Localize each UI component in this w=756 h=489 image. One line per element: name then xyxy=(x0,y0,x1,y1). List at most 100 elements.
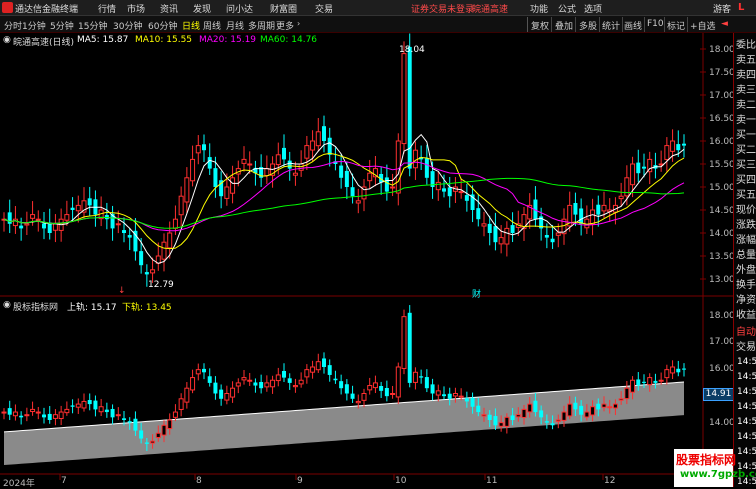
candle-body xyxy=(275,154,281,166)
candle-body xyxy=(213,168,218,187)
candle-body xyxy=(213,382,218,394)
candle-body xyxy=(350,187,355,197)
candle-body xyxy=(282,370,286,378)
candle-body xyxy=(510,415,515,420)
low-price-label: 12.79 xyxy=(148,280,174,290)
candle-body xyxy=(133,418,138,431)
candle-body xyxy=(42,414,46,418)
candle-body xyxy=(504,227,510,245)
candle-body xyxy=(607,406,613,409)
candle-body xyxy=(304,145,310,159)
candle-body xyxy=(452,393,458,397)
ma10-label: MA10: 15.55 xyxy=(135,35,193,45)
candle-body xyxy=(310,366,316,373)
rp-tick-time: 14:50 xyxy=(737,402,756,412)
candle-body xyxy=(292,172,298,176)
candle-body xyxy=(424,158,429,178)
candle-body xyxy=(430,384,435,394)
sub-axis-tick: 18.00 xyxy=(709,311,735,321)
date-label: 8 xyxy=(196,476,202,486)
candle-body xyxy=(379,386,384,391)
candle-body xyxy=(498,422,504,427)
chart-settings-icon[interactable]: ◉ xyxy=(3,35,11,45)
rp-tick-time: 14:50 xyxy=(737,447,756,457)
candle-body xyxy=(264,168,270,177)
candle-body xyxy=(670,140,676,152)
candle-body xyxy=(322,126,326,141)
candle-body xyxy=(493,226,498,243)
candle-body xyxy=(230,387,236,398)
candle-body xyxy=(658,379,664,382)
earnings-marker[interactable]: 财 xyxy=(472,287,481,300)
candle-body xyxy=(247,379,253,382)
candle-body xyxy=(367,172,373,182)
candle-body xyxy=(122,230,126,233)
candle-body xyxy=(230,177,236,194)
candle-body xyxy=(464,195,469,201)
candle-body xyxy=(447,187,452,197)
rp-turnover: 换手 xyxy=(736,280,756,291)
sub-settings-icon[interactable]: ◉ xyxy=(3,300,11,310)
axis-tick: 13.50 xyxy=(709,252,735,262)
axis-tick: 14.00 xyxy=(709,229,735,239)
candle-body xyxy=(670,366,676,374)
candle-body xyxy=(241,377,247,381)
candle-body xyxy=(58,411,64,420)
candle-body xyxy=(292,385,298,388)
candle-body xyxy=(93,400,98,410)
rp-trade[interactable]: 交易 xyxy=(736,338,756,353)
candle-body xyxy=(322,358,326,367)
candle-body xyxy=(590,209,596,225)
candle-body xyxy=(12,411,18,417)
candle-body xyxy=(487,414,492,420)
rp-price: 现价 xyxy=(736,205,756,216)
rp-auto[interactable]: 自动 xyxy=(736,323,756,338)
rp-sell4: 卖四 xyxy=(736,70,756,81)
candle-body xyxy=(527,403,533,413)
candle-body xyxy=(87,198,92,206)
rp-buy2: 买二 xyxy=(736,145,756,156)
rp-netasset: 净资 xyxy=(736,295,756,306)
candle-body xyxy=(122,418,126,420)
candle-body xyxy=(35,411,41,414)
candle-body xyxy=(304,369,310,378)
candle-body xyxy=(327,365,332,375)
candle-body xyxy=(481,414,487,417)
lower-band-label: 下轨: 13.45 xyxy=(122,303,172,313)
candle-body xyxy=(676,144,681,151)
candle-body xyxy=(190,377,196,391)
candle-body xyxy=(327,137,332,155)
candle-body xyxy=(550,238,555,243)
candle-body xyxy=(664,145,670,160)
candle-body xyxy=(339,381,344,389)
candle-body xyxy=(167,232,173,249)
event-marker[interactable]: ↓ xyxy=(118,286,126,296)
candle-body xyxy=(161,424,167,436)
candle-body xyxy=(361,393,367,401)
rp-outer: 外盘 xyxy=(736,265,756,276)
candle-body xyxy=(12,218,18,227)
candle-body xyxy=(219,389,224,399)
candle-body xyxy=(172,411,178,418)
candle-body xyxy=(487,223,492,233)
candle-body xyxy=(287,378,292,383)
candle-body xyxy=(70,207,75,210)
candle-body xyxy=(384,387,389,397)
candle-body xyxy=(75,403,81,408)
rp-tick-time: 14:50 xyxy=(737,417,756,427)
candle-body xyxy=(264,382,270,388)
candle-body xyxy=(75,204,81,212)
candle-body xyxy=(224,186,230,199)
candle-body xyxy=(150,269,156,274)
candle-body xyxy=(596,403,601,410)
candle-body xyxy=(64,408,70,414)
candle-body xyxy=(630,379,636,393)
kline-chart[interactable] xyxy=(0,0,756,487)
candle-body xyxy=(412,149,418,169)
candle-body xyxy=(601,204,607,212)
rp-volume: 总量 xyxy=(736,250,756,261)
rp-sell3: 卖三 xyxy=(736,85,756,96)
date-label: 2024年 xyxy=(3,479,35,489)
rp-buy3: 买三 xyxy=(736,160,756,171)
candle-body xyxy=(167,419,173,430)
